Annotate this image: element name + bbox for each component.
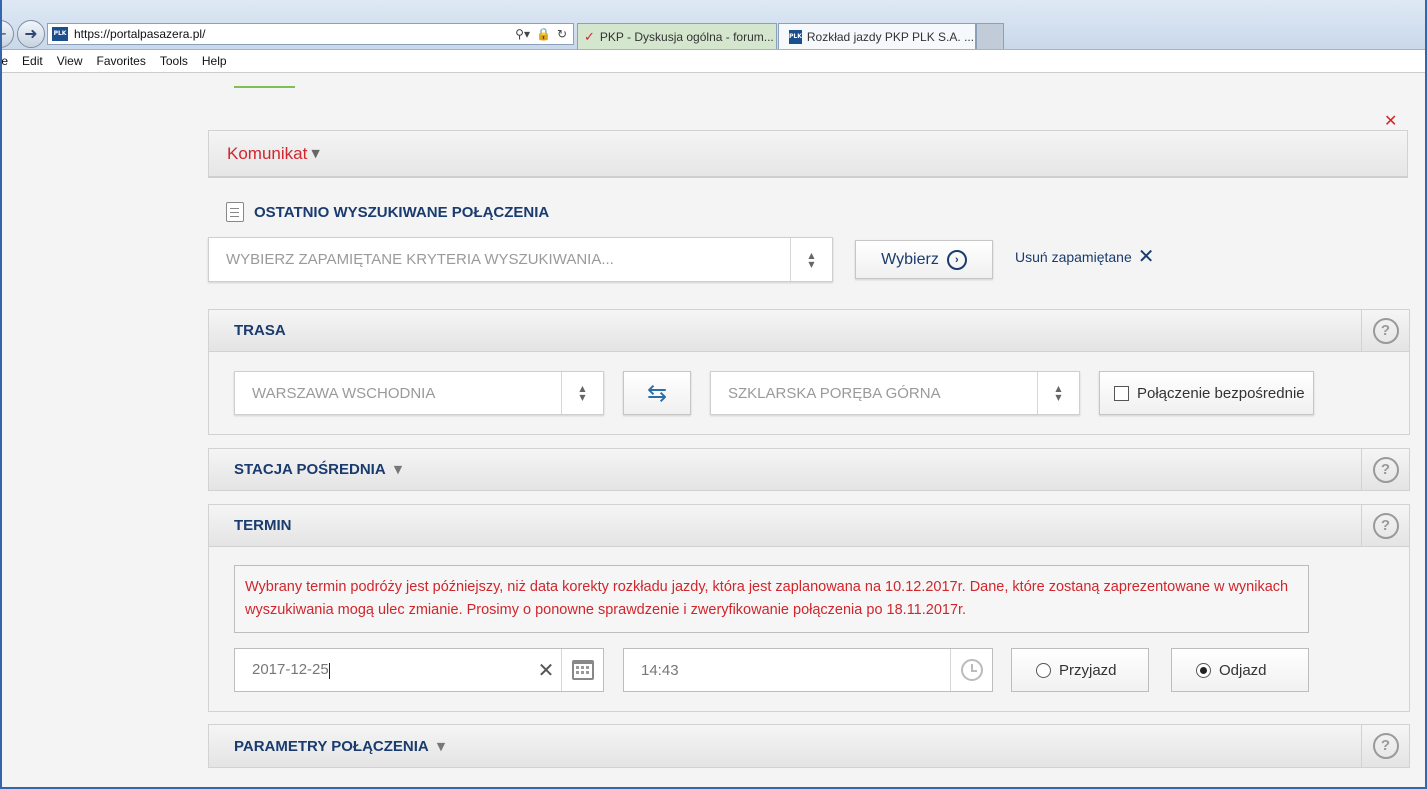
menu-edit[interactable]: Edit: [15, 54, 50, 68]
help-icon[interactable]: ?: [1372, 512, 1399, 539]
document-icon: [226, 202, 244, 222]
menu-view[interactable]: View: [50, 54, 90, 68]
choose-button[interactable]: Wybierz ›: [855, 240, 993, 279]
route-section-header: TRASA ?: [209, 310, 1409, 352]
date-title: TERMIN: [234, 517, 292, 534]
time-field[interactable]: 14:43: [623, 648, 993, 692]
intermediate-station-section[interactable]: STACJA POŚREDNIA ▼ ?: [208, 448, 1410, 491]
close-icon[interactable]: ✕: [1384, 111, 1397, 130]
url-text[interactable]: https://portalpasazera.pl/: [74, 27, 515, 41]
menu-favorites[interactable]: Favorites: [90, 54, 153, 68]
window-frame: [0, 0, 2, 789]
swap-stations-button[interactable]: ⇆: [623, 371, 691, 415]
help-icon[interactable]: ?: [1372, 317, 1399, 344]
caret-down-icon: ▼: [436, 739, 446, 753]
connection-params-header[interactable]: PARAMETRY POŁĄCZENIA ▼ ?: [209, 725, 1409, 767]
departure-option[interactable]: Odjazd: [1171, 648, 1309, 692]
tab-forum[interactable]: ✓ PKP - Dyskusja ogólna - forum...: [577, 23, 777, 49]
choose-button-label: Wybierz: [881, 250, 939, 268]
intermediate-station-header[interactable]: STACJA POŚREDNIA ▼ ?: [209, 449, 1409, 490]
search-icon[interactable]: ⚲▾: [515, 27, 530, 41]
to-station-select[interactable]: SZKLARSKA PORĘBA GÓRNA ▲ ▼: [710, 371, 1080, 415]
remove-saved-link[interactable]: Usuń zapamiętane ✕: [1015, 246, 1155, 268]
text-cursor: [328, 662, 330, 679]
menu-tools[interactable]: Tools: [153, 54, 195, 68]
site-favicon-icon: PLK: [789, 29, 802, 44]
close-icon: ✕: [1137, 246, 1155, 268]
date-field[interactable]: 2017-12-25 ✕: [234, 648, 604, 692]
direct-connection-label: Połączenie bezpośrednie: [1137, 384, 1305, 402]
clock-icon[interactable]: [960, 659, 983, 681]
pen-icon: ✓: [584, 28, 595, 44]
browser-toolbar: ← ➜ PLK https://portalpasazera.pl/ ⚲▾ 🔒 …: [0, 0, 1427, 50]
site-favicon-icon: PLK: [52, 27, 68, 41]
remove-saved-label: Usuń zapamiętane: [1015, 249, 1132, 265]
updown-arrows-icon[interactable]: ▲ ▼: [561, 372, 603, 414]
from-station-select[interactable]: WARSZAWA WSCHODNIA ▲ ▼: [234, 371, 604, 415]
arrival-radio[interactable]: [1036, 662, 1051, 678]
caret-down-icon: ▼: [393, 463, 403, 476]
caret-down-icon: ▼: [311, 147, 320, 160]
arrival-option[interactable]: Przyjazd: [1011, 648, 1149, 692]
updown-arrows-icon[interactable]: ▲ ▼: [790, 238, 832, 281]
help-icon[interactable]: ?: [1372, 733, 1399, 759]
recent-searches-title: OSTATNIO WYSZUKIWANE POŁĄCZENIA: [254, 203, 550, 221]
tab-label: PKP - Dyskusja ogólna - forum...: [599, 29, 774, 44]
swap-arrows-icon: ⇆: [646, 379, 668, 407]
help-icon[interactable]: ?: [1372, 456, 1399, 483]
direct-connection-toggle[interactable]: Połączenie bezpośrednie: [1099, 371, 1314, 415]
back-button[interactable]: ←: [0, 20, 14, 48]
new-tab-button[interactable]: [976, 23, 1004, 49]
komunikat-label: Komunikat: [227, 143, 308, 163]
calendar-icon[interactable]: [571, 660, 594, 680]
active-nav-indicator: [234, 86, 295, 88]
komunikat-panel[interactable]: Komunikat ▼: [208, 130, 1408, 178]
tab-label: Rozkład jazdy PKP PLK S.A. ...: [806, 29, 975, 44]
connection-params-title: PARAMETRY POŁĄCZENIA: [234, 737, 429, 755]
menu-file[interactable]: ile: [0, 54, 15, 68]
tab-timetable[interactable]: PLK Rozkład jazdy PKP PLK S.A. ... ✕: [778, 23, 976, 49]
lock-icon[interactable]: 🔒: [536, 27, 551, 41]
departure-label: Odjazd: [1219, 661, 1267, 679]
address-bar[interactable]: PLK https://portalpasazera.pl/ ⚲▾ 🔒 ↻: [47, 23, 574, 45]
saved-criteria-select[interactable]: WYBIERZ ZAPAMIĘTANE KRYTERIA WYSZUKIWANI…: [208, 237, 833, 282]
route-title: TRASA: [234, 322, 286, 339]
forward-button[interactable]: ➜: [17, 20, 45, 48]
to-station-placeholder: SZKLARSKA PORĘBA GÓRNA: [728, 384, 941, 402]
menu-bar: ile Edit View Favorites Tools Help: [0, 50, 1427, 73]
clear-date-icon[interactable]: ✕: [531, 658, 561, 682]
time-value[interactable]: 14:43: [624, 662, 950, 679]
date-section-header: TERMIN ?: [209, 505, 1409, 547]
saved-criteria-placeholder: WYBIERZ ZAPAMIĘTANE KRYTERIA WYSZUKIWANI…: [226, 251, 614, 268]
schedule-warning: Wybrany termin podróży jest późniejszy, …: [234, 565, 1309, 633]
recent-searches-header: OSTATNIO WYSZUKIWANE POŁĄCZENIA: [226, 202, 549, 222]
date-value[interactable]: 2017-12-25: [235, 661, 531, 679]
direct-connection-checkbox[interactable]: [1114, 385, 1129, 401]
from-station-placeholder: WARSZAWA WSCHODNIA: [252, 384, 436, 402]
refresh-icon[interactable]: ↻: [557, 27, 567, 41]
menu-help[interactable]: Help: [195, 54, 234, 68]
circle-arrow-right-icon: ›: [946, 249, 967, 270]
departure-radio[interactable]: [1196, 662, 1211, 678]
arrival-label: Przyjazd: [1059, 661, 1117, 679]
intermediate-station-title: STACJA POŚREDNIA: [234, 461, 386, 478]
updown-arrows-icon[interactable]: ▲ ▼: [1037, 372, 1079, 414]
connection-params-section[interactable]: PARAMETRY POŁĄCZENIA ▼ ?: [208, 724, 1410, 768]
